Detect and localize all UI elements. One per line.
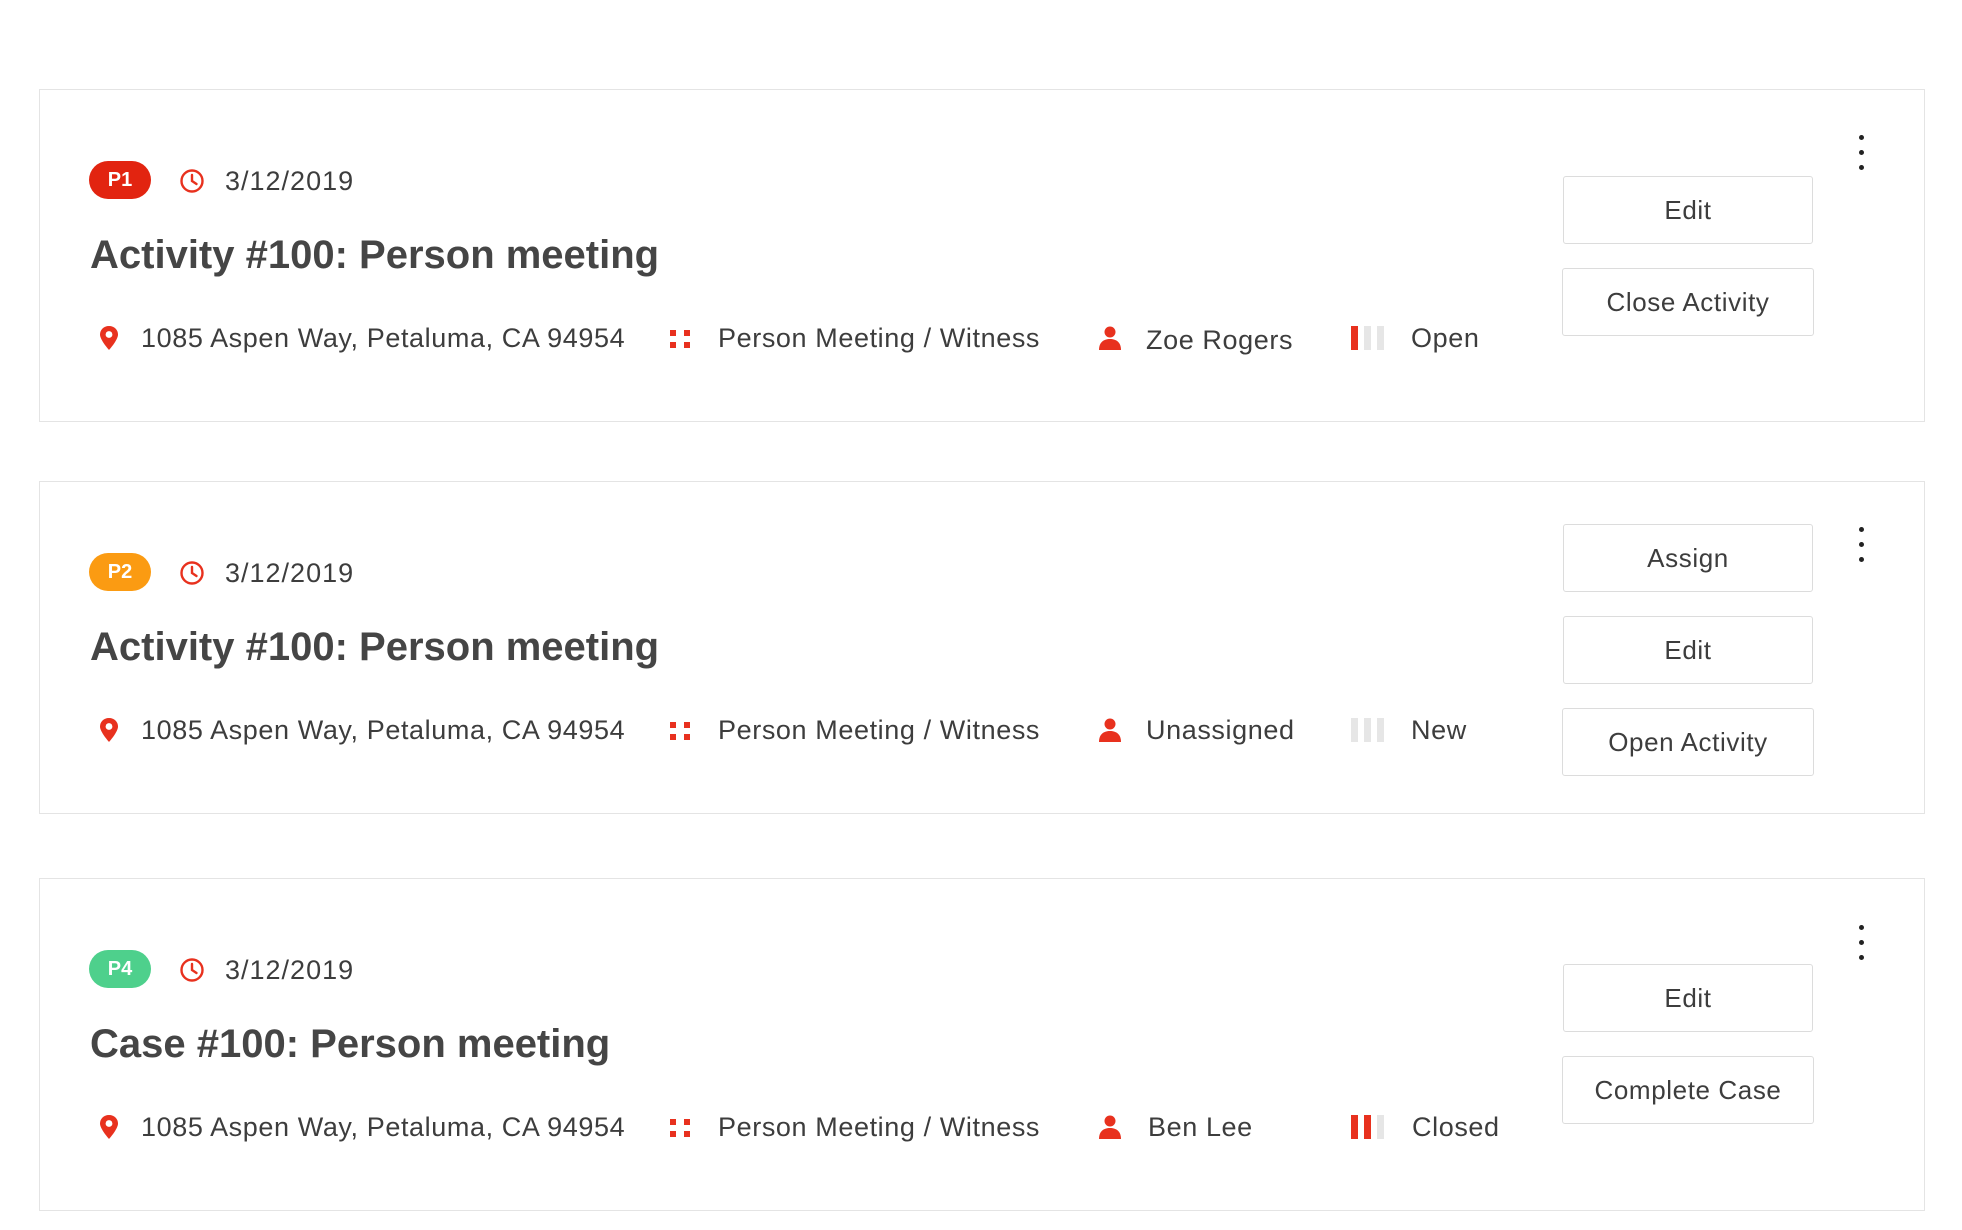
due-date: 3/12/2019	[225, 955, 355, 985]
case-card: P4 3/12/2019 Case #100: Person meeting 1…	[39, 878, 1925, 1211]
status-bars-icon	[1351, 1115, 1391, 1141]
grid-dots-icon	[670, 1119, 690, 1137]
status-text: Open	[1411, 323, 1480, 353]
priority-badge: P2	[89, 553, 151, 591]
clock-icon	[180, 169, 204, 193]
due-date: 3/12/2019	[225, 166, 355, 196]
map-pin-icon	[100, 326, 118, 350]
priority-badge: P4	[89, 950, 151, 988]
person-icon	[1099, 326, 1121, 350]
activity-type-text: Person Meeting / Witness	[718, 323, 1041, 353]
open-activity-button[interactable]: Open Activity	[1562, 708, 1814, 776]
activity-type-text: Person Meeting / Witness	[718, 715, 1041, 745]
kebab-menu-icon[interactable]	[1852, 527, 1872, 569]
grid-dots-icon	[670, 722, 690, 740]
status-text: New	[1411, 715, 1467, 745]
person-icon	[1099, 1115, 1121, 1139]
map-pin-icon	[100, 1115, 118, 1139]
status-text: Closed	[1412, 1112, 1500, 1142]
card-title: Activity #100: Person meeting	[90, 625, 660, 669]
due-date: 3/12/2019	[225, 558, 355, 588]
complete-case-button[interactable]: Complete Case	[1562, 1056, 1814, 1124]
edit-button[interactable]: Edit	[1563, 616, 1813, 684]
grid-dots-icon	[670, 330, 690, 348]
activity-card: P1 3/12/2019 Activity #100: Person meeti…	[39, 89, 1925, 422]
clock-icon	[180, 958, 204, 982]
assignee-text: Unassigned	[1146, 715, 1295, 745]
activity-card: P2 3/12/2019 Activity #100: Person meeti…	[39, 481, 1925, 814]
activity-type-text: Person Meeting / Witness	[718, 1112, 1041, 1142]
clock-icon	[180, 561, 204, 585]
edit-button[interactable]: Edit	[1563, 176, 1813, 244]
assignee-text: Ben Lee	[1148, 1112, 1253, 1142]
address-text: 1085 Aspen Way, Petaluma, CA 94954	[141, 323, 626, 353]
priority-badge: P1	[89, 161, 151, 199]
map-pin-icon	[100, 718, 118, 742]
assignee-text: Zoe Rogers	[1146, 325, 1294, 355]
address-text: 1085 Aspen Way, Petaluma, CA 94954	[141, 715, 626, 745]
edit-button[interactable]: Edit	[1563, 964, 1813, 1032]
card-title: Case #100: Person meeting	[90, 1022, 611, 1066]
status-bars-icon	[1351, 718, 1391, 744]
kebab-menu-icon[interactable]	[1852, 135, 1872, 177]
kebab-menu-icon[interactable]	[1852, 925, 1872, 967]
assign-button[interactable]: Assign	[1563, 524, 1813, 592]
status-bars-icon	[1351, 326, 1391, 352]
card-title: Activity #100: Person meeting	[90, 233, 660, 277]
person-icon	[1099, 718, 1121, 742]
close-activity-button[interactable]: Close Activity	[1562, 268, 1814, 336]
address-text: 1085 Aspen Way, Petaluma, CA 94954	[141, 1112, 626, 1142]
